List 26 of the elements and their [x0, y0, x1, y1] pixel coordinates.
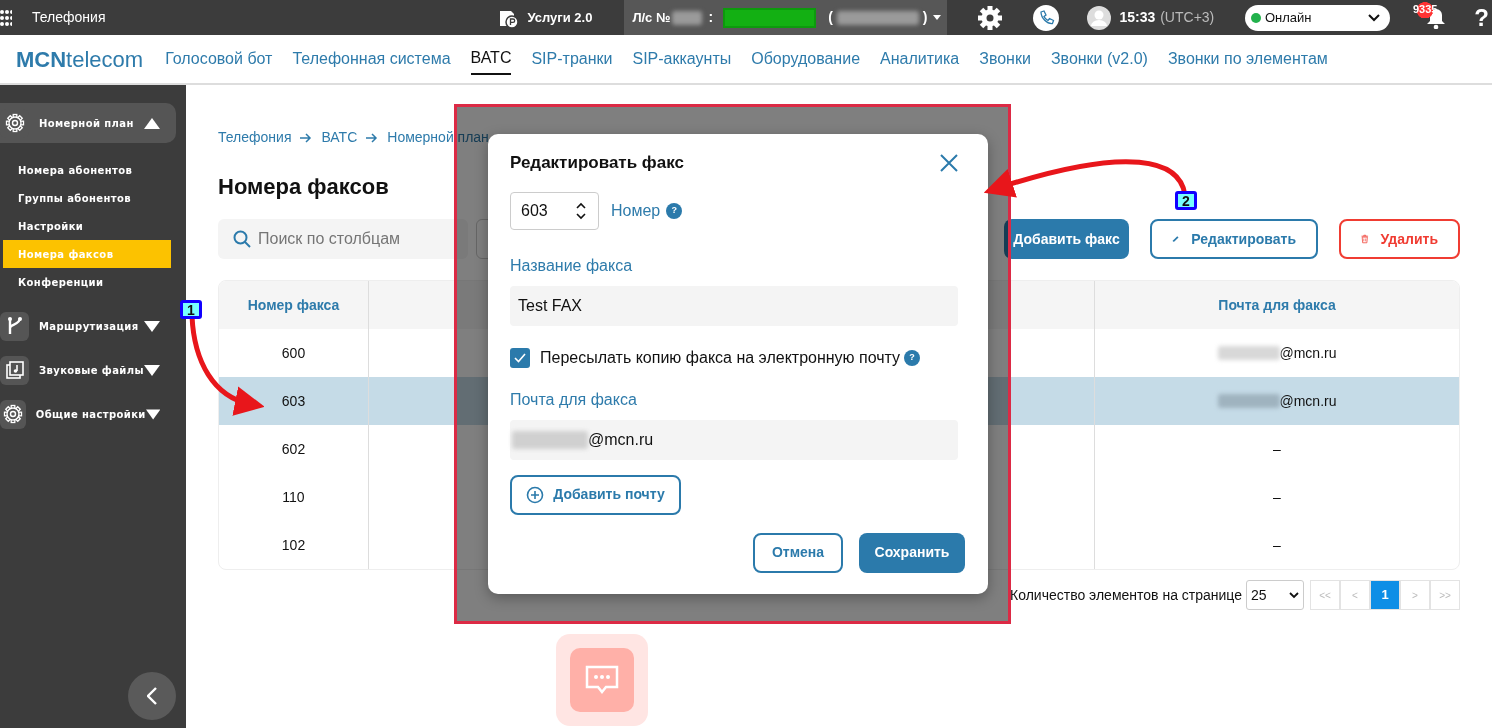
table-cell-text: – — [1273, 487, 1281, 507]
table-cell-text: @mcn.ru — [1279, 343, 1337, 363]
table-cell-text: 602 — [281, 439, 306, 459]
account-separator: : — [708, 8, 714, 27]
table-cell-text: 102 — [281, 535, 306, 555]
table-cell-text: 110 — [282, 487, 305, 507]
page-size-label: Количество элементов на странице — [1010, 585, 1242, 605]
field-label: Почта для факса — [510, 389, 638, 410]
table-cell-text: @mcn.ru — [1279, 391, 1337, 411]
time-text: 15:33 — [1119, 8, 1156, 27]
table-cell-text: – — [1273, 535, 1281, 555]
callout-label: 1 — [180, 300, 202, 319]
paren-text: ( — [828, 8, 833, 27]
paren-text: ) — [922, 8, 928, 27]
timezone-text: (UTC+3) — [1160, 8, 1215, 27]
number-label: Номер — [611, 200, 661, 221]
page-title: Номера факсов — [218, 173, 389, 201]
callout-label: 2 — [1175, 191, 1197, 210]
account-label: Л/с № — [632, 8, 671, 27]
dialog-title: Редактировать факс — [510, 152, 684, 174]
table-cell-text: 603 — [281, 391, 306, 411]
table-cell-text: 600 — [281, 343, 306, 363]
table-cell-text: – — [1273, 439, 1281, 459]
checkbox-label: Пересылать копию факса на электронную почту — [540, 347, 901, 368]
field-label: Название факса — [510, 255, 634, 276]
app-title: Телефония — [32, 8, 106, 27]
